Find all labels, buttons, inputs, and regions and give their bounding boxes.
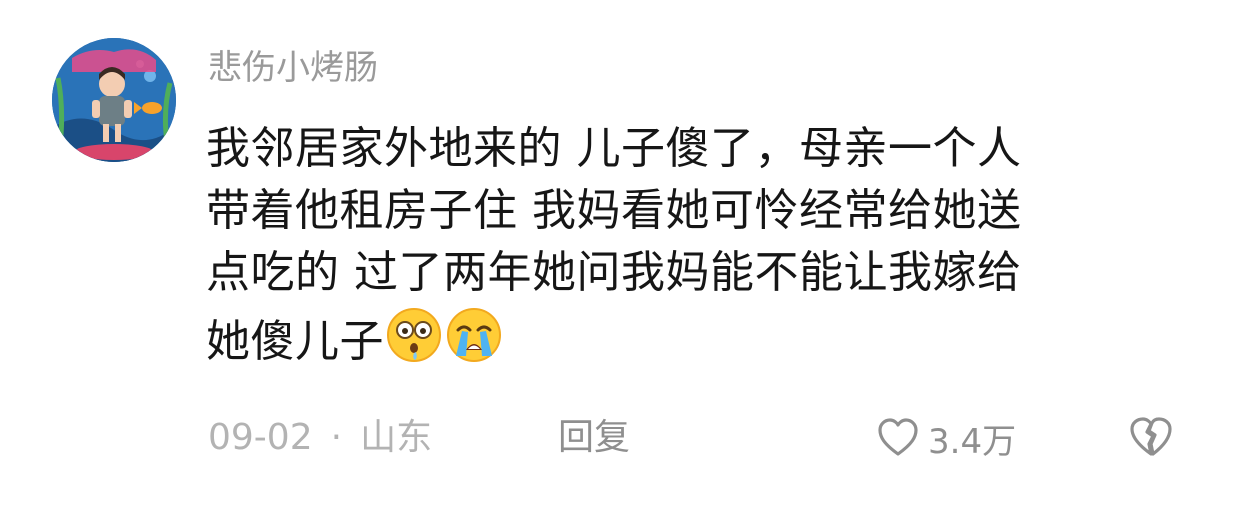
reply-button[interactable]: 回复 <box>558 410 630 466</box>
comment-date: 09-02 <box>208 417 313 458</box>
username[interactable]: 悲伤小烤肠 <box>208 44 378 92</box>
heart-icon <box>878 418 918 456</box>
like-button[interactable]: 3.4万 <box>876 412 1016 464</box>
meta-separator: · <box>330 417 343 458</box>
comment-location: 山东 <box>360 417 433 458</box>
comment-line-4: 她傻儿子 <box>206 304 1166 373</box>
like-count: 3.4万 <box>928 421 1017 462</box>
comment-line-4-text: 她傻儿子 <box>206 316 384 367</box>
comment-line-1: 我邻居家外地来的 儿子傻了，母亲一个人 <box>206 123 1022 174</box>
comment-line-3: 点吃的 过了两年她问我妈能不能让我嫁给 <box>206 247 1022 298</box>
drooling-face-emoji-icon <box>384 304 444 364</box>
broken-heart-icon <box>1130 417 1172 456</box>
comment-text: 我邻居家外地来的 儿子傻了，母亲一个人 带着他租房子住 我妈看她可怜经常给她送 … <box>206 118 1166 373</box>
avatar[interactable] <box>52 38 176 162</box>
dislike-button[interactable] <box>1128 414 1174 464</box>
comment-meta: 09-02 · 山东 <box>208 410 432 466</box>
comment-line-2: 带着他租房子住 我妈看她可怜经常给她送 <box>206 185 1022 236</box>
loudly-crying-face-emoji-icon <box>444 304 504 364</box>
